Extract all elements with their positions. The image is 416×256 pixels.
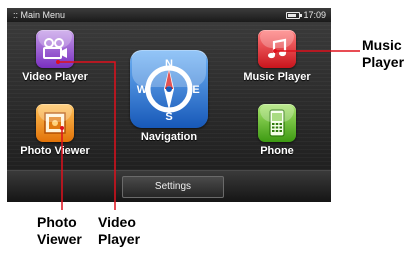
leader-dot-photo-viewer [60,126,64,130]
callout-photo-viewer-line2: Viewer [37,231,82,247]
callout-video-player: Video Player [98,214,140,248]
callout-music-player: Music Player [362,37,404,71]
callout-video-player-line2: Player [98,231,141,247]
leader-line-video-player [58,61,116,210]
callout-music-player-line1: Music [362,37,402,53]
callout-music-player-line2: Player [362,54,405,70]
leader-dot-video-player [56,60,60,64]
callout-video-player-line1: Video [98,214,136,230]
callout-photo-viewer: Photo Viewer [37,214,82,248]
callout-photo-viewer-line1: Photo [37,214,77,230]
leader-dot-music-player [273,49,277,53]
